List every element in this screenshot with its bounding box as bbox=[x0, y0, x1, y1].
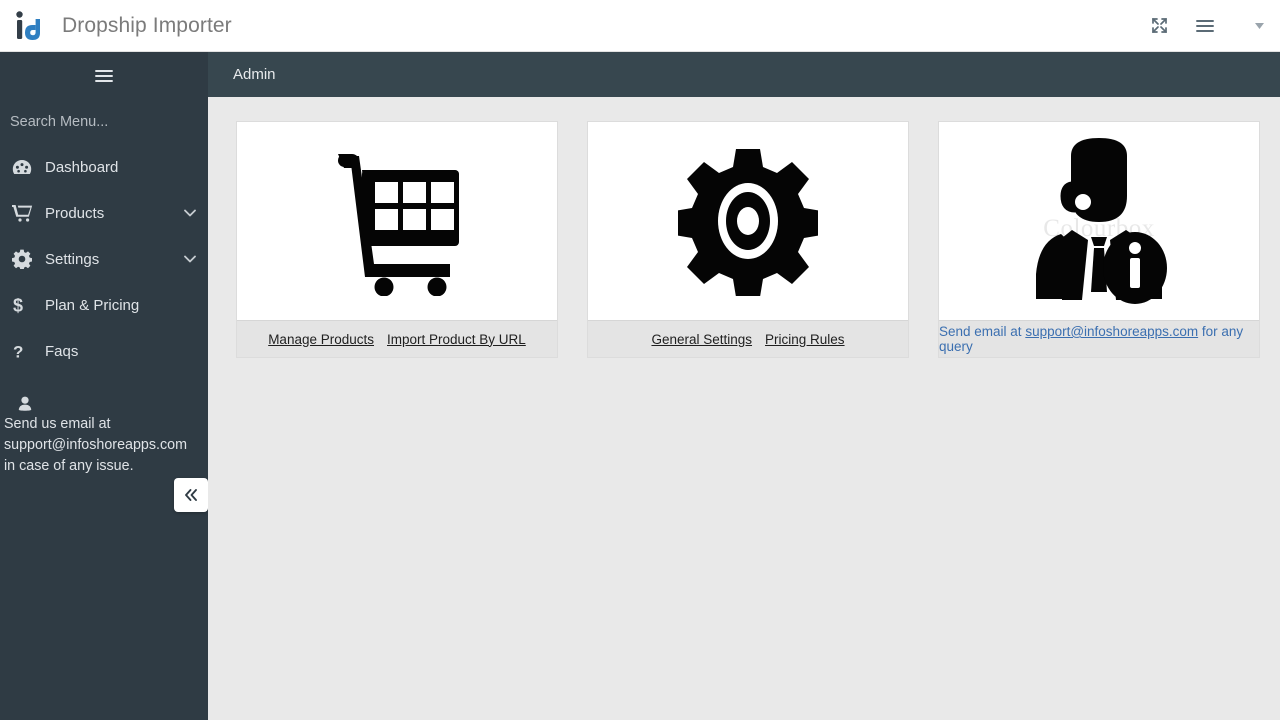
sidebar-item-label: Products bbox=[45, 204, 105, 222]
brand: Dropship Importer bbox=[0, 9, 232, 43]
sidebar-support-text: Send us email at support@infoshoreapps.c… bbox=[4, 416, 187, 474]
cart-icon bbox=[12, 202, 38, 224]
menu-icon[interactable] bbox=[1193, 14, 1217, 38]
sidebar-item-label: Plan & Pricing bbox=[45, 296, 140, 314]
dashboard-icon bbox=[12, 156, 38, 178]
sidebar-item-label: Dashboard bbox=[45, 158, 119, 176]
dashboard-cards: Manage Products Import Product By URL Ge… bbox=[236, 121, 1280, 358]
search-input[interactable] bbox=[10, 114, 190, 130]
gear-image bbox=[588, 122, 908, 320]
menu-search[interactable] bbox=[0, 100, 208, 144]
card-products-footer: Manage Products Import Product By URL bbox=[237, 320, 557, 357]
support-prefix: Send email at bbox=[939, 324, 1026, 339]
user-icon bbox=[14, 394, 36, 414]
sidebar: Dashboard Products Settings bbox=[0, 52, 208, 720]
fullscreen-icon[interactable] bbox=[1147, 14, 1171, 38]
header-dropdown-caret[interactable] bbox=[1239, 22, 1270, 29]
link-general-settings[interactable]: General Settings bbox=[651, 332, 752, 347]
sidebar-item-faqs[interactable]: ? Faqs bbox=[0, 328, 208, 374]
support-email-link[interactable]: support@infoshoreapps.com bbox=[1025, 324, 1198, 339]
card-products: Manage Products Import Product By URL bbox=[236, 121, 558, 358]
page-title-bar: Admin bbox=[208, 52, 1280, 97]
support-agent-image: Colourbox bbox=[939, 122, 1259, 320]
infoshore-logo bbox=[12, 9, 46, 43]
sidebar-item-label: Settings bbox=[45, 250, 100, 268]
support-email-line: Send email at support@infoshoreapps.com … bbox=[939, 324, 1259, 354]
sidebar-item-dashboard[interactable]: Dashboard bbox=[0, 144, 208, 190]
shopping-cart-image bbox=[237, 122, 557, 320]
header-actions bbox=[1147, 14, 1280, 38]
card-settings: General Settings Pricing Rules bbox=[587, 121, 909, 358]
app-title: Dropship Importer bbox=[62, 13, 232, 37]
link-manage-products[interactable]: Manage Products bbox=[268, 332, 374, 347]
sidebar-item-plan-pricing[interactable]: $ Plan & Pricing bbox=[0, 282, 208, 328]
sidebar-item-settings[interactable]: Settings bbox=[0, 236, 208, 282]
question-icon: ? bbox=[12, 340, 38, 362]
chevron-down-icon[interactable] bbox=[184, 209, 196, 217]
svg-text:?: ? bbox=[13, 343, 23, 362]
sidebar-support-note: Send us email at support@infoshoreapps.c… bbox=[0, 374, 208, 477]
sidebar-collapse-button[interactable] bbox=[174, 478, 208, 512]
svg-text:$: $ bbox=[13, 296, 23, 316]
main-content: Manage Products Import Product By URL Ge… bbox=[208, 97, 1280, 720]
sidebar-item-products[interactable]: Products bbox=[0, 190, 208, 236]
chevron-down-icon[interactable] bbox=[184, 255, 196, 263]
card-support: Colourbox Send email at support@infoshor… bbox=[938, 121, 1260, 358]
sidebar-hamburger-icon[interactable] bbox=[0, 52, 208, 100]
link-import-product-by-url[interactable]: Import Product By URL bbox=[387, 332, 526, 347]
card-settings-footer: General Settings Pricing Rules bbox=[588, 320, 908, 357]
card-support-footer: Send email at support@infoshoreapps.com … bbox=[939, 320, 1259, 357]
sidebar-item-label: Faqs bbox=[45, 342, 79, 360]
app-header: Dropship Importer bbox=[0, 0, 1280, 52]
link-pricing-rules[interactable]: Pricing Rules bbox=[765, 332, 845, 347]
dollar-icon: $ bbox=[12, 294, 38, 316]
page-title: Admin bbox=[233, 66, 276, 83]
gear-icon bbox=[12, 248, 38, 270]
